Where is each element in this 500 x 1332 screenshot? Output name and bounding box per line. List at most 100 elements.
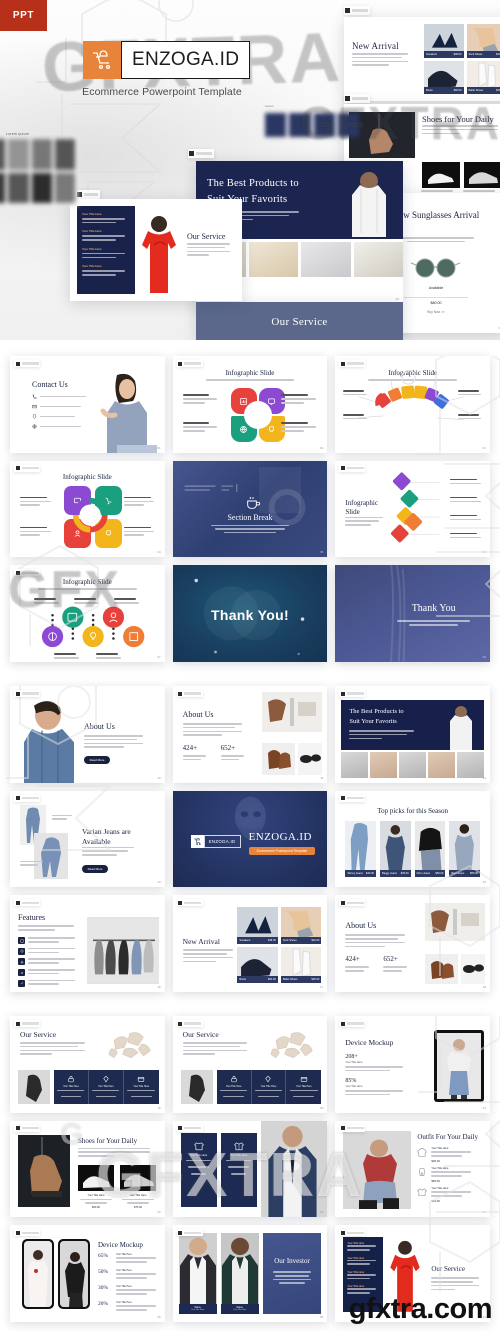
slide-tab [339,1020,366,1027]
slide-section-break[interactable]: Section Break 05 [172,460,328,558]
slide-contact-us[interactable]: Contact Us 01 [10,356,165,453]
slide-tab [339,690,366,697]
slide-top-picks[interactable]: Top picks for this Season Skinny Jeans $4… [335,790,490,888]
tablet-mockup [434,1030,484,1102]
outfit-item[interactable]: Your Title Here $40.00 [417,1187,475,1203]
product-card[interactable]: Ballet Shoes $35.00 [280,946,322,984]
product-card[interactable]: Baggy Jeans $45.00 [379,820,411,877]
model-photo [341,165,397,237]
product-card[interactable]: Sneakers $48.00 [424,24,464,58]
arc-label [458,390,484,398]
stat-value: 208+ [345,1054,358,1060]
diamond-label [450,478,484,487]
product-price: $40.00 [311,938,320,942]
donut-ring [72,497,108,533]
stat-label: Your Title Here [345,1085,363,1088]
diamond-icon [265,1075,272,1083]
slide-shoes-for-your-daily[interactable]: Shoes for Your Daily Your Title Here $60… [10,1120,165,1218]
stat-label: Your Title Here [116,1285,132,1289]
product-card[interactable]: Boots $60.00 [424,60,464,94]
slide-grid: Our Service Your Title Here Your Title H… [0,1016,500,1322]
boot-photo [18,1134,70,1207]
brand-title: ENZOGA.ID [248,830,312,843]
shoe-photo [120,1164,156,1191]
slide-device-mockup-tablet[interactable]: Device Mockup 208+ Your Title Here 85% Y… [335,1016,490,1113]
slide-device-mockup-phones[interactable]: Device Mockup 65% Your Title Here 50% Yo… [10,1225,165,1322]
product-card[interactable]: Mom Jeans $50.00 [414,820,446,877]
outfit-item[interactable]: Your Title Here $30.00 [417,1147,475,1163]
service-body [20,1042,92,1057]
page-number: 12 [482,775,486,780]
new-arrival-product-grid: Sneakers $48.00 Sock Shoes $40.00 Boots $60… [424,24,500,94]
product-price: $45.00 [400,871,409,875]
slide-about-us-stats-2[interactable]: About Us 424+ 652+ 18 [335,895,490,992]
slide-title: Features [18,913,46,923]
service-cards: Your Title Here Your Title Here Your Tit… [54,1070,159,1104]
page-number: 04 [395,297,399,301]
slide-thank-you-1[interactable]: Thank You! [172,565,328,662]
slide-infographic-4-leaf[interactable]: Infographic Slide 02 [172,356,328,453]
feature-icon [18,937,25,945]
slide-about-us-stats[interactable]: About Us 424+ 652+ 11 [172,686,328,783]
slide-our-service-icons-2[interactable]: Our Service Your Title Here Your Title H… [172,1016,328,1113]
page-number: 23 [319,1210,324,1215]
page-number: 01 [157,445,161,450]
service-card[interactable]: Your Title Here [217,1070,252,1104]
service-card[interactable]: Your Title Here [286,1070,321,1104]
sunglasses-buy-link[interactable]: Buy Now >> [396,310,476,314]
read-more-button[interactable]: Read More [84,756,110,764]
product-card[interactable]: Sock Shoes $40.00 [280,907,322,944]
slide-about-us-portrait[interactable]: About Us Read More 10 [10,686,165,783]
product-card[interactable]: Ballet Shoes $35.00 [466,60,500,94]
service-card[interactable]: Your Title Here [89,1070,124,1104]
product-card[interactable]: Sneakers $48.00 [237,907,278,944]
service-card[interactable]: Your Title Here [252,1070,287,1104]
slide-tab [339,1124,366,1132]
slide-varian-jeans[interactable]: Varian Jeans are Available Read More 13 [10,790,165,888]
service-card[interactable]: Your Title Here [54,1070,89,1104]
slide-our-investor[interactable]: Name Your Title Here Name Your Title Her… [172,1225,328,1322]
outfit-item[interactable]: Your Title Here $55.00 [417,1167,475,1183]
globe-icon [240,425,248,433]
slide-infographic-arc[interactable]: Infographic Slide 03 [335,356,490,453]
slide-features[interactable]: Features 16 [10,895,165,992]
slide-thank-you-2[interactable]: Thank You 09 [335,565,490,662]
product-price: $60.00 [453,89,462,92]
slide-infographic-donut[interactable]: Infographic Slide 04 [10,460,165,558]
product-name: Sock Shoes [468,52,483,56]
hero-slide-new-arrival: New Arrival Sneakers $48.00 Sock Shoes $40… [344,17,500,101]
blurred-label: Lorem ipsum [6,132,29,136]
slide-outfit-for-your-daily[interactable]: Outfit For Your Daily Your Title Here $3… [335,1120,490,1218]
team-card[interactable]: Your Title Here [180,1132,217,1208]
banner-heading: The Best Products to Suit Your Favorits [349,708,404,725]
shirt-icon [417,1188,428,1196]
product-card[interactable]: Boot Jeans $55.00 [449,820,480,877]
product-name: Baggy Jeans [381,871,397,875]
slide-infographic-diamond[interactable]: Infographic Slide 06 [335,460,490,558]
diamond-label [450,496,484,505]
product-card[interactable]: Skinny Jeans $40.00 [345,820,376,877]
product-card[interactable]: Boots $60.00 [237,946,278,984]
outfit-label: Your Title Here [431,1166,449,1170]
shoe-price: $75.00 [134,1205,142,1209]
slide-brand-cover[interactable]: ENZOGA.ID ENZOGA.ID Ecommerce Powerpoint… [172,790,328,888]
slide-our-service-icons-1[interactable]: Our Service Your Title Here Your Title H… [10,1016,165,1113]
blurred-thumbnail-strip [0,136,78,206]
service-photo [18,1070,50,1104]
team-card[interactable]: Your Title Here [220,1132,257,1208]
slide-team-cards[interactable]: Your Title Here Your Title Here 23 [172,1120,328,1218]
product-photo-shoes [262,742,296,775]
shoe-image [422,162,460,188]
service-card-label: Your Title Here [260,1084,277,1088]
product-card[interactable]: Sock Shoes $40.00 [466,24,500,58]
top-picks-grid: Skinny Jeans $40.00 Baggy Jeans $45.00 Mom… [345,820,480,877]
slide-infographic-circles[interactable]: Infographic Slide 07 [10,565,165,662]
slide-grid: About Us Read More 10 About Us 424+ 652+ [0,686,500,992]
read-more-button[interactable]: Read More [82,864,108,873]
slide-new-arrival-grid[interactable]: New Arrival Sneakers $48.00 Sock Shoes $40… [172,895,328,992]
page-number: 10 [157,775,161,780]
service-card[interactable]: Your Title Here [124,1070,159,1104]
slide-best-products-banner[interactable]: The Best Products to Suit Your Favorits 1… [335,686,490,783]
feature-icon [18,969,25,976]
slide-title: Thank You [411,603,456,615]
